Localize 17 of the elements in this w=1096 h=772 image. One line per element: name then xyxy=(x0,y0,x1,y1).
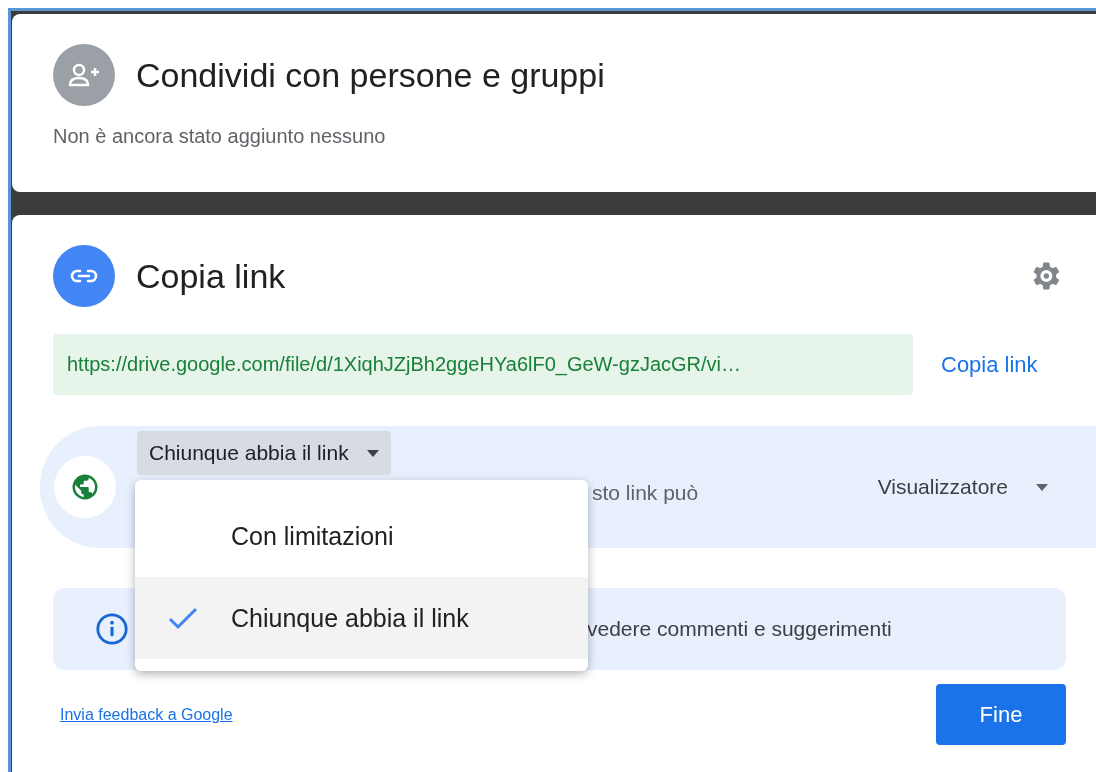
share-status-text: Non è ancora stato aggiunto nessuno xyxy=(53,125,387,148)
caret-icon xyxy=(366,449,379,457)
info-text: vedere commenti e suggerimenti xyxy=(587,617,892,641)
share-title: Condividi con persone e gruppi xyxy=(136,55,605,95)
role-dropdown[interactable]: Visualizzatore xyxy=(877,475,1048,499)
check-icon xyxy=(168,606,198,630)
access-description: sto link può xyxy=(592,481,700,505)
caret-icon xyxy=(1036,483,1048,491)
copy-link-button[interactable]: Copia link xyxy=(941,345,1038,384)
menu-option[interactable]: Con limitazioni xyxy=(135,495,588,577)
done-button[interactable]: Fine xyxy=(936,684,1066,745)
info-icon xyxy=(95,612,129,646)
link-url-field[interactable]: https://drive.google.com/file/d/1XiqhJZjBh2ggeHYa6lF0_GeW-gzJacGR/vi… xyxy=(53,334,913,395)
access-dropdown[interactable]: Chiunque abbia il link xyxy=(137,431,391,475)
menu-option[interactable]: Chiunque abbia il link xyxy=(135,577,588,659)
link-title: Copia link xyxy=(136,256,286,296)
feedback-link[interactable]: Invia feedback a Google xyxy=(60,705,233,724)
